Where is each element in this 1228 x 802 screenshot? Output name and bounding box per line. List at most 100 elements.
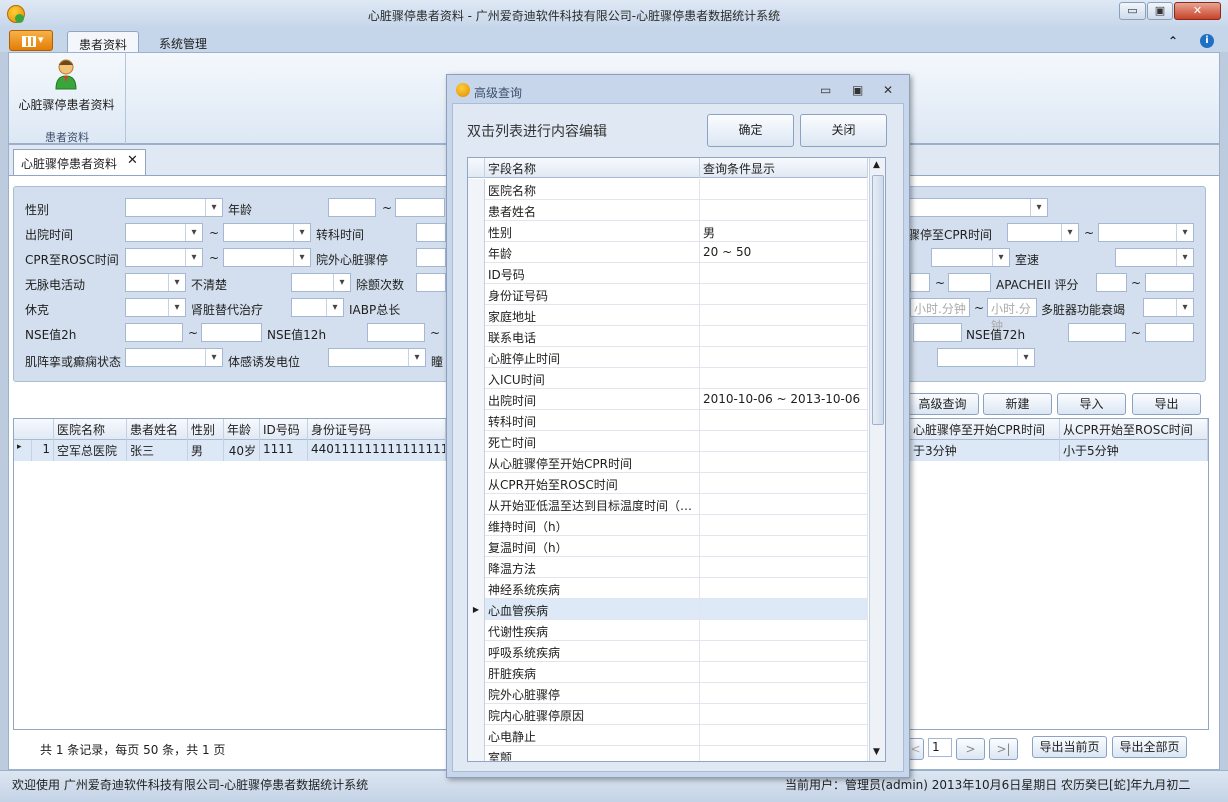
condition-field-name[interactable]: 院内心脏骤停原因 (485, 704, 700, 725)
condition-value[interactable] (700, 683, 868, 704)
close-dialog-button[interactable]: 关闭 (800, 114, 887, 147)
condition-value[interactable] (700, 746, 868, 761)
condition-value[interactable] (700, 725, 868, 746)
condition-grid[interactable]: 字段名称 查询条件显示 医院名称 患者姓名 性别男年龄 20 ~ 50 ID号码 身份证号… (467, 157, 886, 762)
condition-value[interactable] (700, 662, 868, 683)
condition-row[interactable]: 出院时间 2010-10-06 ~ 2013-10-06 (468, 389, 868, 410)
cell-age[interactable]: 40岁 (224, 440, 260, 461)
condition-row[interactable]: 患者姓名 (468, 200, 868, 221)
condition-row[interactable]: ID号码 (468, 263, 868, 284)
condition-row[interactable]: 复温时间（h） (468, 536, 868, 557)
next-page-button[interactable]: > (956, 738, 985, 760)
ssep-select[interactable] (328, 348, 426, 367)
condition-field-name[interactable]: 年龄 (485, 242, 700, 263)
condition-field-name[interactable]: 从CPR开始至ROSC时间 (485, 473, 700, 494)
grid-col-age[interactable]: 年龄 (224, 419, 260, 440)
condition-value[interactable] (700, 200, 868, 221)
renal-replacement-select[interactable] (291, 298, 344, 317)
discharge-time-from[interactable] (125, 223, 203, 242)
score-from-input[interactable] (910, 273, 930, 292)
scroll-down-icon[interactable]: ▼ (873, 747, 880, 757)
cell-arrest-cpr[interactable]: 于3分钟 (910, 440, 1060, 461)
condition-field-name[interactable]: 身份证号码 (485, 284, 700, 305)
nse72h-from[interactable] (1068, 323, 1126, 342)
age-to-input[interactable] (395, 198, 445, 217)
scroll-up-icon[interactable]: ▲ (873, 160, 880, 170)
score-to-input[interactable] (948, 273, 991, 292)
condition-row[interactable]: 降温方法 (468, 557, 868, 578)
maximize-button[interactable]: ▣ (1147, 2, 1173, 20)
cell-idcard[interactable]: 440111111111111111 (308, 440, 446, 461)
condition-field-name[interactable]: 从开始亚低温至达到目标温度时间（… (485, 494, 700, 515)
export-all-pages-button[interactable]: 导出全部页 (1112, 736, 1187, 758)
condition-value[interactable] (700, 557, 868, 578)
condition-value[interactable] (700, 263, 868, 284)
nse48h-to[interactable] (913, 323, 962, 342)
nse72h-to[interactable] (1145, 323, 1194, 342)
condition-row[interactable]: 维持时间（h） (468, 515, 868, 536)
patient-user-icon[interactable] (55, 58, 77, 90)
condition-field-name[interactable]: 心电静止 (485, 725, 700, 746)
condition-field-name[interactable]: 患者姓名 (485, 200, 700, 221)
condition-value[interactable] (700, 347, 868, 368)
condition-value[interactable] (700, 620, 868, 641)
grid-col-cpr-rosc[interactable]: 从CPR开始至ROSC时间 (1060, 419, 1208, 440)
condition-value[interactable] (700, 704, 868, 725)
scroll-thumb[interactable] (872, 175, 884, 425)
condition-row[interactable]: 身份证号码 (468, 284, 868, 305)
apache-from-input[interactable] (1096, 273, 1127, 292)
new-button[interactable]: 新建 (983, 393, 1052, 415)
condition-row[interactable]: 神经系统疾病 (468, 578, 868, 599)
dialog-minimize-icon[interactable]: ▭ (820, 83, 831, 97)
condition-field-name[interactable]: 神经系统疾病 (485, 578, 700, 599)
condition-field-name[interactable]: 转科时间 (485, 410, 700, 431)
import-button[interactable]: 导入 (1057, 393, 1126, 415)
last-page-button[interactable]: >| (989, 738, 1018, 760)
apache-to-input[interactable] (1145, 273, 1194, 292)
condition-row[interactable]: 死亡时间 (468, 431, 868, 452)
condition-field-name[interactable]: 维持时间（h） (485, 515, 700, 536)
patient-data-button-label[interactable]: 心脏骤停患者资料 (14, 96, 119, 113)
condition-value[interactable] (700, 431, 868, 452)
condition-value[interactable]: 20 ~ 50 (700, 242, 868, 263)
condition-field-name[interactable]: 肝脏疾病 (485, 662, 700, 683)
grid-col-idcard[interactable]: 身份证号码 (308, 419, 446, 440)
condition-field-name[interactable]: 家庭地址 (485, 305, 700, 326)
condition-value[interactable] (700, 473, 868, 494)
pupil-select[interactable] (937, 348, 1035, 367)
age-from-input[interactable] (328, 198, 376, 217)
vt-related-select[interactable] (931, 248, 1010, 267)
condition-field-name[interactable]: 医院名称 (485, 179, 700, 200)
mods-select[interactable] (1143, 298, 1194, 317)
condition-row[interactable]: 呼吸系统疾病 (468, 641, 868, 662)
cell-hospital[interactable]: 空军总医院 (54, 440, 127, 461)
cell-gender[interactable]: 男 (188, 440, 224, 461)
minimize-button[interactable]: ▭ (1119, 2, 1146, 20)
help-icon[interactable]: i (1200, 34, 1214, 48)
cell-name[interactable]: 张三 (127, 440, 188, 461)
condition-row[interactable]: ▶ 心血管疾病 (468, 599, 868, 620)
defib-count-input[interactable] (416, 273, 446, 292)
document-tab-close-icon[interactable]: ✕ (127, 153, 138, 168)
nse2h-to[interactable] (201, 323, 262, 342)
condition-row[interactable]: 院内心脏骤停原因 (468, 704, 868, 725)
cpr-rosc-to[interactable] (223, 248, 311, 267)
grid-col-arrest-cpr[interactable]: 心脏骤停至开始CPR时间 (910, 419, 1060, 440)
condition-row[interactable]: 从CPR开始至ROSC时间 (468, 473, 868, 494)
nse12h-from[interactable] (367, 323, 425, 342)
out-hospital-arrest-select[interactable] (416, 248, 446, 267)
condition-field-name[interactable]: 性别 (485, 221, 700, 242)
condition-value[interactable]: 2010-10-06 ~ 2013-10-06 (700, 389, 868, 410)
page-input[interactable]: 1 (928, 738, 952, 757)
export-button[interactable]: 导出 (1132, 393, 1201, 415)
condition-row[interactable]: 肝脏疾病 (468, 662, 868, 683)
unclear-select[interactable] (291, 273, 351, 292)
condition-value[interactable] (700, 305, 868, 326)
cell-cpr-rosc[interactable]: 小于5分钟 (1060, 440, 1208, 461)
condition-field-name[interactable]: 心脏停止时间 (485, 347, 700, 368)
tab-patient-data[interactable]: 患者资料 (67, 31, 140, 53)
condition-row[interactable]: 从心脏骤停至开始CPR时间 (468, 452, 868, 473)
condition-value[interactable]: 男 (700, 221, 868, 242)
arrest-to-cpr-from[interactable] (1007, 223, 1079, 242)
confirm-button[interactable]: 确定 (707, 114, 794, 147)
